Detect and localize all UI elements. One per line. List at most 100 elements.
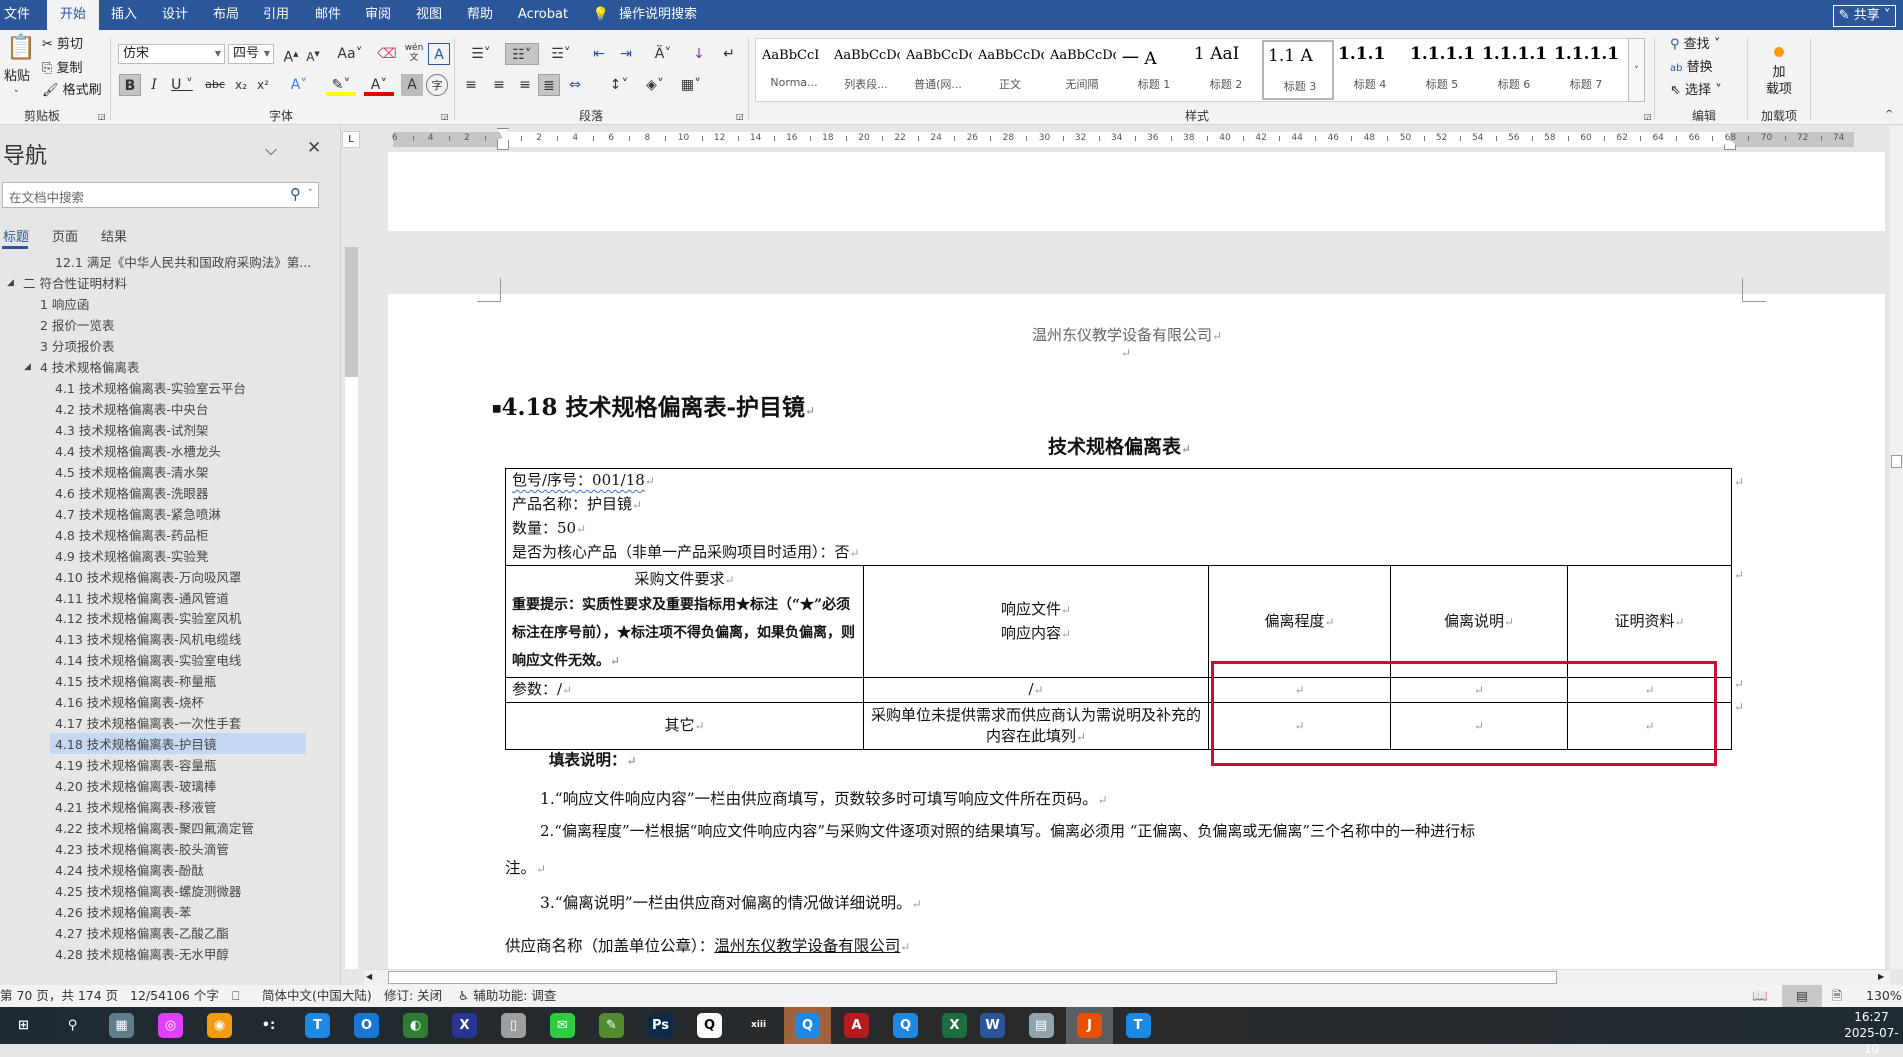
print-layout-icon[interactable]: ▤ xyxy=(1782,985,1822,1007)
nav-item[interactable]: 4.24 技术规格偏离表-酚酞 xyxy=(55,860,204,881)
style-item[interactable]: AaBbCcDdI 无间隔 xyxy=(1046,40,1118,100)
font-color-icon[interactable]: A˅ xyxy=(364,74,394,96)
header-requirements[interactable]: 采购文件要求↵ 重要提示：实质性要求及重要指标用★标注（“★”必须标注在序号前）… xyxy=(505,565,864,678)
font-size-select[interactable]: 四号 ▼ xyxy=(228,44,274,64)
character-shading-icon[interactable]: A xyxy=(401,74,423,96)
taskbar-pen-app[interactable]: ✎ xyxy=(588,1007,635,1044)
lightbulb-icon[interactable]: 💡 xyxy=(593,0,609,30)
shrink-font-icon[interactable]: A▼ xyxy=(302,43,324,65)
nav-item[interactable]: 4.19 技术规格偏离表-容量瓶 xyxy=(55,755,216,776)
nav-tab-pages[interactable]: 页面 xyxy=(52,226,78,245)
paste-button[interactable]: 粘贴 xyxy=(4,68,30,86)
underline-icon[interactable]: U ˅ xyxy=(167,74,197,96)
nav-item[interactable]: 4.3 技术规格偏离表-试剂架 xyxy=(55,420,208,441)
taskbar-printer-app[interactable]: ▯ xyxy=(490,1007,537,1044)
nav-item[interactable]: 4.26 技术规格偏离表-苯 xyxy=(55,902,191,923)
style-item[interactable]: 1.1.1.1 标题 6 xyxy=(1478,40,1550,100)
taskbar-photo-app[interactable]: ◉ xyxy=(196,1007,243,1044)
req-cell[interactable]: 其它↵ xyxy=(505,702,864,750)
nav-item[interactable]: 4.15 技术规格偏离表-称量瓶 xyxy=(55,671,216,692)
style-item[interactable]: AaBbCcI Norma... xyxy=(758,40,830,100)
addins-button[interactable]: 加载项 xyxy=(1762,64,1796,98)
nav-item[interactable]: 4.12 技术规格偏离表-实验室风机 xyxy=(55,608,241,629)
multilevel-list-icon[interactable]: ☲˅ xyxy=(546,43,576,65)
document-page[interactable]: 温州东仪教学设备有限公司↵ ↵ ■4.18 技术规格偏离表-护目镜↵ 技术规格偏… xyxy=(388,152,1885,969)
dialog-launcher-icon[interactable]: ◲ xyxy=(441,108,449,126)
collapse-ribbon-icon[interactable]: ^ xyxy=(1885,106,1893,124)
dialog-launcher-icon[interactable]: ◲ xyxy=(1644,108,1652,126)
nav-item[interactable]: 4.22 技术规格偏离表-聚四氟滴定管 xyxy=(55,818,254,839)
phonetic-guide-icon[interactable]: wén 文 xyxy=(403,43,425,65)
strikethrough-icon[interactable]: abc xyxy=(204,74,226,96)
dialog-launcher-icon[interactable]: ◲ xyxy=(98,108,106,126)
taskbar-t-app[interactable]: T xyxy=(1115,1007,1162,1044)
taskbar-xyz-app[interactable]: X xyxy=(441,1007,488,1044)
copy-button[interactable]: ⎘ 复制 xyxy=(42,60,83,78)
nav-tab-results[interactable]: 结果 xyxy=(101,226,127,245)
nav-item[interactable]: 4.25 技术规格偏离表-螺旋测微器 xyxy=(55,881,241,902)
taskbar-todesk[interactable]: T xyxy=(294,1007,341,1044)
paste-dropdown-icon[interactable]: ˅ xyxy=(14,86,19,104)
expand-triangle-icon[interactable]: ◢ xyxy=(7,278,14,288)
taskbar-start[interactable]: ⊞ xyxy=(0,1007,47,1044)
tab-4[interactable]: 布局 xyxy=(213,0,239,30)
search-icon[interactable]: ⚲ xyxy=(290,185,301,203)
chevron-down-icon[interactable]: ˅ xyxy=(308,189,313,199)
horizontal-scroll-thumb[interactable] xyxy=(388,971,1557,984)
accessibility-status[interactable]: ♿ 辅助功能: 调查 xyxy=(458,985,556,1007)
shading-icon[interactable]: ◈˅ xyxy=(640,74,670,96)
sort-icon[interactable]: ↓ xyxy=(688,43,710,65)
subscript-icon[interactable]: x₂ xyxy=(230,74,252,96)
track-changes-status[interactable]: 修订: 关闭 xyxy=(384,985,442,1007)
nav-item[interactable]: 4.5 技术规格偏离表-清水架 xyxy=(55,462,208,483)
tab-selector[interactable]: L xyxy=(342,131,360,148)
taskbar-quark[interactable]: Q xyxy=(784,1007,831,1044)
nav-item[interactable]: 2 报价一览表 xyxy=(40,315,114,336)
read-mode-icon[interactable]: 📖 xyxy=(1752,985,1768,1007)
nav-item[interactable]: 4.13 技术规格偏离表-风机电缆线 xyxy=(55,629,241,650)
tab-7[interactable]: 审阅 xyxy=(365,0,391,30)
nav-item[interactable]: 4.7 技术规格偏离表-紧急喷淋 xyxy=(55,504,221,525)
taskbar-calculator[interactable]: ▦ xyxy=(98,1007,145,1044)
nav-search-box[interactable]: 在文档中搜索 ⚲ ˅ xyxy=(2,182,319,208)
text-effects-icon[interactable]: A˅ xyxy=(284,74,314,96)
horizontal-scrollbar[interactable]: ◀ ▶ xyxy=(364,969,1890,985)
tab-0[interactable]: 文件 xyxy=(4,0,30,30)
justify-icon[interactable]: ≣ xyxy=(538,74,560,96)
tab-8[interactable]: 视图 xyxy=(416,0,442,30)
nav-item[interactable]: 4.16 技术规格偏离表-烧杯 xyxy=(55,692,204,713)
zoom-level[interactable]: 130% xyxy=(1866,985,1902,1007)
nav-item[interactable]: 4.17 技术规格偏离表-一次性手套 xyxy=(55,713,241,734)
taskbar-j-app[interactable]: J xyxy=(1066,1007,1113,1044)
nav-item[interactable]: 4.21 技术规格偏离表-移液管 xyxy=(55,797,216,818)
scroll-right-icon[interactable]: ▶ xyxy=(1878,972,1884,981)
taskbar-wechat[interactable]: ✉ xyxy=(539,1007,586,1044)
character-border-icon[interactable]: A xyxy=(428,43,450,65)
taskbar-cloud-app[interactable]: Q xyxy=(882,1007,929,1044)
change-case-icon[interactable]: Aa˅ xyxy=(334,43,366,65)
taskbar-globe-app[interactable]: ◐ xyxy=(392,1007,439,1044)
tab-5[interactable]: 引用 xyxy=(263,0,289,30)
proofing-icon[interactable]: ⎕ xyxy=(232,985,240,1007)
expand-triangle-icon[interactable]: ◢ xyxy=(24,362,31,372)
tab-6[interactable]: 邮件 xyxy=(315,0,341,30)
nav-item[interactable]: 二 符合性证明材料 xyxy=(23,273,127,294)
close-icon[interactable]: ✕ xyxy=(307,138,321,158)
taskbar-circle-app[interactable]: O xyxy=(343,1007,390,1044)
style-item[interactable]: AaBbCcDdI 正文 xyxy=(974,40,1046,100)
nav-item[interactable]: 4.2 技术规格偏离表-中央台 xyxy=(55,399,208,420)
vertical-scrollbar[interactable] xyxy=(1890,126,1903,969)
taskbar-word[interactable]: W xyxy=(969,1007,1016,1044)
superscript-icon[interactable]: x² xyxy=(252,74,274,96)
vertical-ruler[interactable] xyxy=(343,152,360,969)
increase-indent-icon[interactable]: ⇥ xyxy=(615,43,637,65)
style-item[interactable]: 1 AaI 标题 2 xyxy=(1190,40,1262,100)
borders-icon[interactable]: ▦˅ xyxy=(676,74,706,96)
style-item[interactable]: 1.1.1.1 标题 5 xyxy=(1406,40,1478,100)
nav-item[interactable]: 12.1 满足《中华人民共和国政府采购法》第... xyxy=(55,252,311,273)
taskbar-qq[interactable]: Q xyxy=(686,1007,733,1044)
nav-item[interactable]: 4.14 技术规格偏离表-实验室电线 xyxy=(55,650,241,671)
nav-item[interactable]: 4.4 技术规格偏离表-水槽龙头 xyxy=(55,441,221,462)
nav-item[interactable]: 4.11 技术规格偏离表-通风管道 xyxy=(55,588,229,609)
req-cell[interactable]: 参数：/↵ xyxy=(505,677,864,703)
